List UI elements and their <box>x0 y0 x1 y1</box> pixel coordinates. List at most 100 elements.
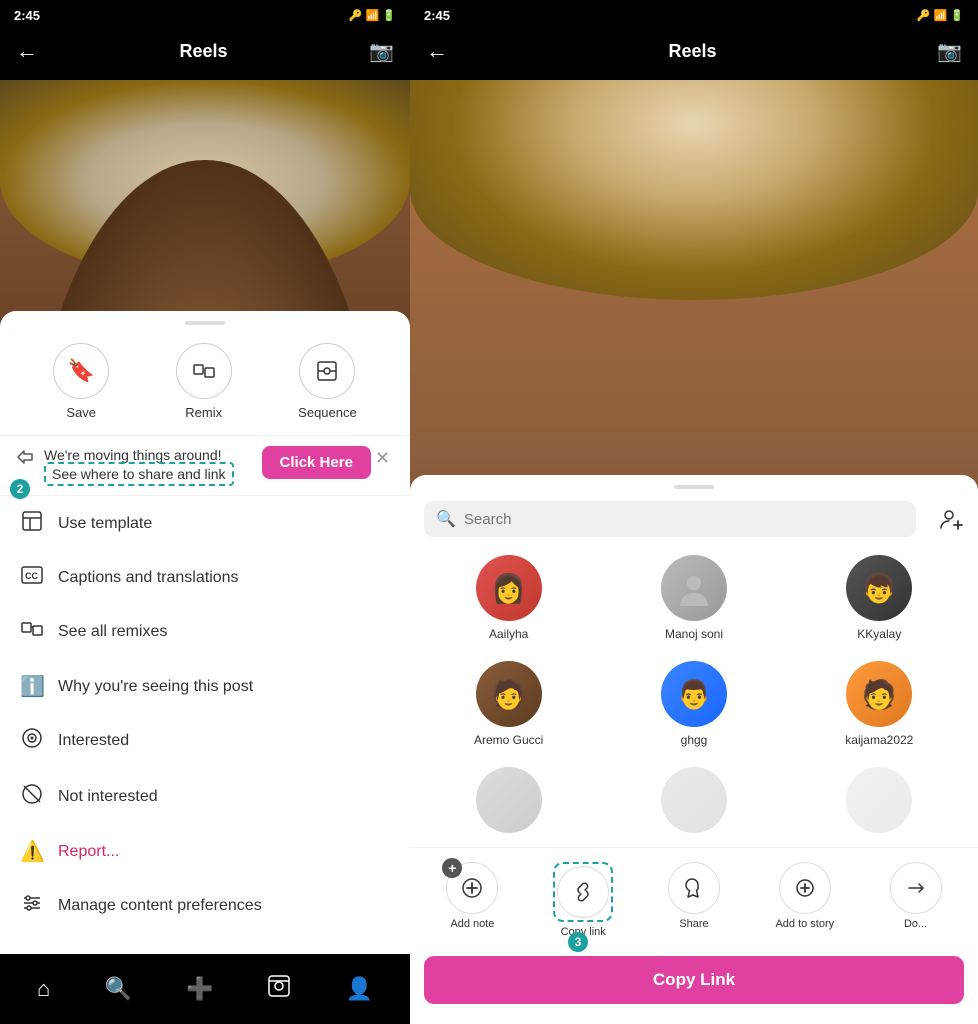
interested-label: Interested <box>58 732 129 750</box>
menu-item-report[interactable]: ⚠️ Report... <box>0 825 410 878</box>
nav-add[interactable]: ➕ <box>186 976 213 1002</box>
why-seeing-icon: ℹ️ <box>20 674 44 699</box>
wifi-icon: 📶 <box>366 9 380 22</box>
contact-manoj[interactable]: Manoj soni <box>603 547 784 649</box>
status-icons-left: 🔑 📶 🔋 <box>349 9 396 22</box>
bottom-sheet: 🔖 Save Remix <box>0 311 410 954</box>
banner-text: We're moving things around! See where to… <box>44 446 234 485</box>
nav-home[interactable]: ⌂ <box>37 976 50 1002</box>
menu-item-see-remixes[interactable]: See all remixes <box>0 604 410 660</box>
badge-2: 2 <box>10 479 30 499</box>
camera-button-left[interactable]: 📷 <box>369 39 394 64</box>
captions-icon: CC <box>20 566 44 590</box>
time-left: 2:45 <box>14 8 40 23</box>
add-icon: ➕ <box>186 976 213 1002</box>
sheet-handle <box>185 321 225 325</box>
add-to-story-label: Add to story <box>775 918 834 930</box>
home-icon: ⌂ <box>37 976 50 1002</box>
copy-link-action[interactable]: Copy link <box>529 856 638 944</box>
avatar-kaijama: 🧑 <box>846 661 912 727</box>
share-actions-row: + Add note Copy link <box>410 847 978 948</box>
moving-banner: We're moving things around! See where to… <box>0 436 410 496</box>
captions-label: Captions and translations <box>58 569 239 587</box>
contact-aremo[interactable]: 🧑 Aremo Gucci <box>418 653 599 755</box>
svg-text:CC: CC <box>25 571 38 581</box>
menu-list: Use template CC Captions and translation… <box>0 496 410 934</box>
add-note-label: Add note <box>450 918 494 930</box>
remix-icon-circle <box>176 343 232 399</box>
add-note-action[interactable]: + Add note <box>418 856 527 944</box>
save-label: Save <box>66 405 96 420</box>
share-search-bar[interactable]: 🔍 <box>424 501 916 537</box>
nav-profile[interactable]: 👤 <box>346 976 373 1002</box>
sequence-label: Sequence <box>298 405 357 420</box>
menu-item-captions[interactable]: CC Captions and translations <box>0 552 410 604</box>
use-template-icon <box>20 510 44 538</box>
reels-header-left: ← Reels 📷 <box>0 30 410 72</box>
add-note-container: + <box>446 862 498 914</box>
remix-action[interactable]: Remix <box>176 343 232 420</box>
add-friend-button[interactable] <box>938 506 964 538</box>
nav-search[interactable]: 🔍 <box>104 976 131 1002</box>
contact-name-aremo: Aremo Gucci <box>474 733 543 747</box>
contact-name-aailyha: Aailyha <box>489 627 528 641</box>
report-icon: ⚠️ <box>20 839 44 864</box>
contact-partial-3[interactable] <box>789 759 970 847</box>
more-action[interactable]: Do... <box>861 856 970 944</box>
avatar-partial-1 <box>476 767 542 833</box>
copy-link-dashed-border <box>553 862 613 922</box>
key-icon: 🔑 <box>349 9 363 22</box>
battery-icon: 🔋 <box>382 9 396 22</box>
contacts-grid: 👩 Aailyha Manoj soni 👦 <box>410 547 978 847</box>
contact-partial-1[interactable] <box>418 759 599 847</box>
sequence-icon-circle <box>299 343 355 399</box>
save-icon-circle: 🔖 <box>53 343 109 399</box>
avatar-aailyha: 👩 <box>476 555 542 621</box>
menu-item-why-seeing[interactable]: ℹ️ Why you're seeing this post <box>0 660 410 713</box>
search-nav-icon: 🔍 <box>104 976 131 1002</box>
save-action[interactable]: 🔖 Save <box>53 343 109 420</box>
back-button-right[interactable]: ← <box>426 38 448 64</box>
menu-item-not-interested[interactable]: Not interested <box>0 769 410 825</box>
silhouette-manoj <box>661 555 727 621</box>
share-action[interactable]: Share <box>640 856 749 944</box>
back-button-left[interactable]: ← <box>16 38 38 64</box>
interested-icon <box>20 727 44 755</box>
menu-item-use-template[interactable]: Use template <box>0 496 410 552</box>
use-template-label: Use template <box>58 515 152 533</box>
click-here-button[interactable]: Click Here <box>262 446 371 479</box>
status-bar-left: 2:45 🔑 📶 🔋 <box>0 0 410 30</box>
banner-link[interactable]: See where to share and link <box>44 462 234 486</box>
camera-button-right[interactable]: 📷 <box>937 39 962 64</box>
not-interested-label: Not interested <box>58 788 158 806</box>
share-label: Share <box>679 918 708 930</box>
remix-label: Remix <box>185 405 222 420</box>
contact-partial-2[interactable] <box>603 759 784 847</box>
nav-reels[interactable] <box>267 974 291 1004</box>
contact-aailyha[interactable]: 👩 Aailyha <box>418 547 599 649</box>
search-input[interactable] <box>464 511 904 528</box>
avatar-partial-3 <box>846 767 912 833</box>
add-to-story-action[interactable]: Add to story <box>750 856 859 944</box>
reels-header-right: ← Reels 📷 <box>410 30 978 72</box>
avatar-manoj <box>661 555 727 621</box>
more-label: Do... <box>904 918 927 930</box>
contact-kkyalay[interactable]: 👦 KKyalay <box>789 547 970 649</box>
banner-nav-icon <box>16 448 34 471</box>
sequence-action[interactable]: Sequence <box>298 343 357 420</box>
banner-close-button[interactable]: ✕ <box>371 446 394 471</box>
add-to-story-icon-circle <box>779 862 831 914</box>
contact-kaijama[interactable]: 🧑 kaijama2022 <box>789 653 970 755</box>
contact-ghgg[interactable]: 👨 ghgg <box>603 653 784 755</box>
battery-icon-right: 🔋 <box>950 9 964 22</box>
why-seeing-label: Why you're seeing this post <box>58 678 253 696</box>
not-interested-icon <box>20 783 44 811</box>
menu-item-interested[interactable]: Interested <box>0 713 410 769</box>
contact-name-kkyalay: KKyalay <box>857 627 901 641</box>
report-label: Report... <box>58 843 119 861</box>
contact-name-kaijama: kaijama2022 <box>845 733 913 747</box>
key-icon-right: 🔑 <box>917 9 931 22</box>
right-panel: 2:45 🔑 📶 🔋 ← Reels 📷 🔍 <box>410 0 978 1024</box>
menu-item-manage-prefs[interactable]: Manage content preferences <box>0 878 410 934</box>
copy-link-big-button[interactable]: Copy Link <box>424 956 964 1004</box>
